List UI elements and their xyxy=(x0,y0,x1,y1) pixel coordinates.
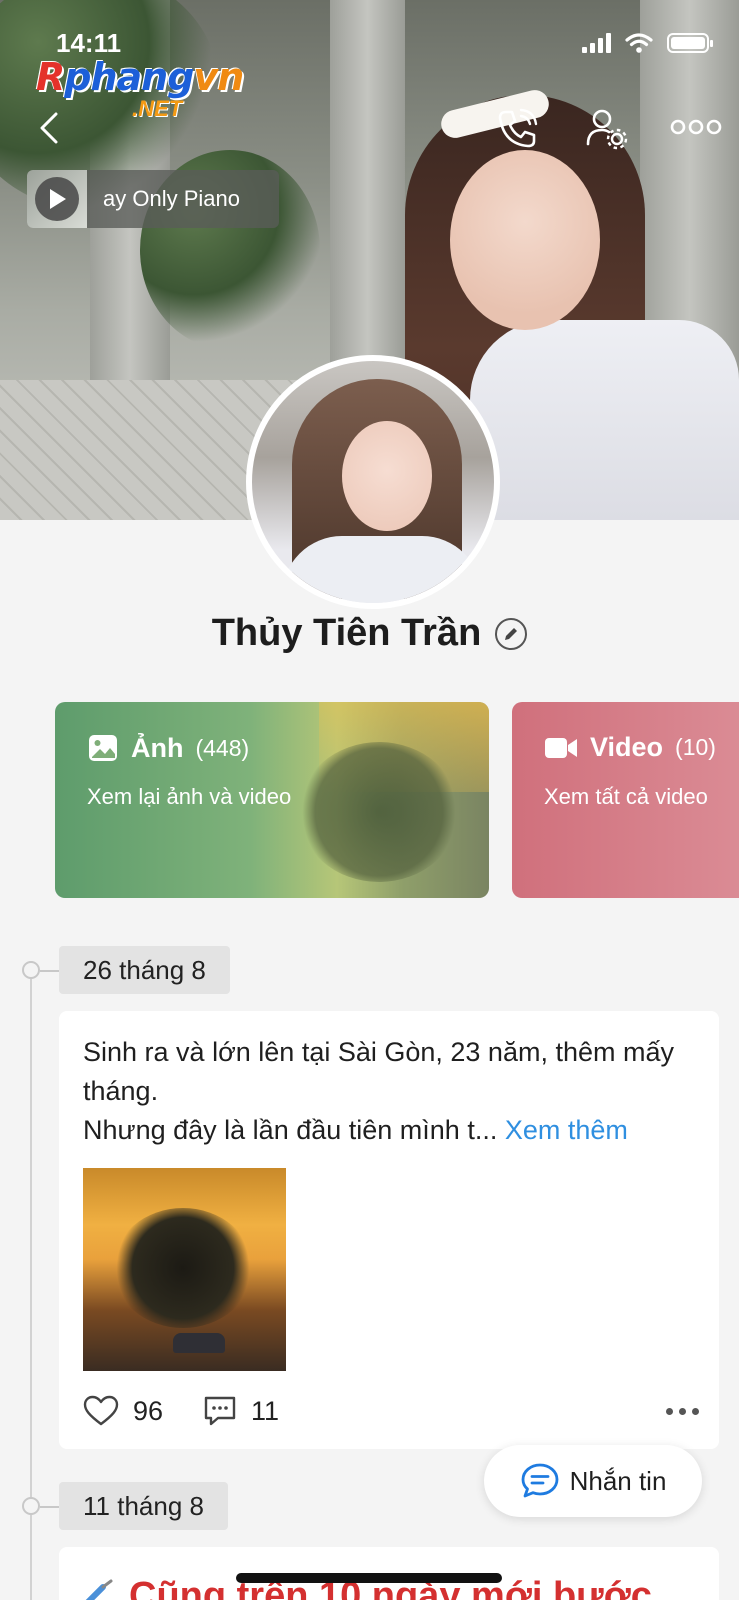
more-options-button[interactable] xyxy=(670,112,722,142)
like-count: 96 xyxy=(133,1395,164,1426)
like-button[interactable]: 96 xyxy=(83,1395,163,1427)
post-text: Sinh ra và lớn lên tại Sài Gòn, 23 năm, … xyxy=(83,1033,703,1150)
post-card[interactable]: Sinh ra và lớn lên tại Sài Gòn, 23 năm, … xyxy=(59,1011,719,1449)
edit-name-button[interactable] xyxy=(495,617,528,650)
profile-music-player[interactable]: ay Only Piano xyxy=(27,170,279,228)
cover-person-face xyxy=(450,150,600,330)
post-actions: 96 11 xyxy=(83,1391,699,1431)
play-button[interactable] xyxy=(35,177,79,221)
more-horizontal-icon xyxy=(670,119,722,135)
user-gear-icon xyxy=(586,109,628,150)
video-camera-icon xyxy=(545,737,577,758)
back-button[interactable] xyxy=(30,108,70,148)
status-icons xyxy=(582,32,713,54)
message-button-label: Nhắn tin xyxy=(569,1465,667,1496)
post-more-icon[interactable] xyxy=(666,1407,699,1415)
video-card-title: Video xyxy=(590,732,664,762)
call-button[interactable] xyxy=(494,106,540,152)
video-card[interactable]: Video (10) Xem tất cả video xyxy=(512,702,739,898)
image-icon xyxy=(89,735,117,761)
card-background-tree xyxy=(299,742,459,882)
video-card-subtitle: Xem tất cả video xyxy=(544,784,708,809)
syringe-icon xyxy=(85,1579,113,1600)
play-icon xyxy=(50,189,66,209)
photos-card-subtitle: Xem lại ảnh và video xyxy=(87,784,292,809)
avatar-shirt xyxy=(282,536,482,603)
battery-icon xyxy=(667,33,713,53)
profile-name: Thủy Tiên Trần xyxy=(211,612,482,654)
signal-icon xyxy=(582,33,611,53)
timeline-dot xyxy=(22,961,60,979)
timeline-dot xyxy=(22,1497,60,1515)
comment-icon xyxy=(204,1396,236,1426)
pencil-icon xyxy=(505,627,518,640)
chat-bubble-icon xyxy=(521,1463,558,1498)
music-thumbnail xyxy=(27,170,87,228)
watermark-logo: Rphangvn .NET xyxy=(36,55,244,121)
music-title: ay Only Piano xyxy=(103,186,240,211)
avatar[interactable] xyxy=(246,355,500,609)
photos-card-count: (448) xyxy=(195,734,250,761)
profile-name-row: Thủy Tiên Trần xyxy=(0,612,739,655)
comment-button[interactable]: 11 xyxy=(203,1395,279,1427)
post-text-line: Nhưng đây là lần đầu tiên mình t... xyxy=(83,1115,498,1145)
home-indicator[interactable] xyxy=(236,1573,502,1583)
date-chip: 11 tháng 8 xyxy=(59,1482,228,1530)
message-button[interactable]: Nhắn tin xyxy=(484,1445,702,1517)
post-image-car xyxy=(173,1333,225,1353)
wifi-icon xyxy=(625,33,653,53)
cover-person-shirt xyxy=(470,320,739,520)
chevron-left-icon xyxy=(40,112,58,144)
post-image-tree xyxy=(113,1208,253,1328)
post-text-line: Sinh ra và lớn lên tại Sài Gòn, 23 năm, … xyxy=(83,1037,674,1106)
phone-icon xyxy=(498,108,538,148)
profile-page: 14:11 Rphangvn .NET ay Only Piano Thủy T… xyxy=(0,0,739,1600)
avatar-face xyxy=(342,421,432,531)
date-chip: 26 tháng 8 xyxy=(59,946,230,994)
video-card-count: (10) xyxy=(675,734,716,760)
photos-card[interactable]: Ảnh (448) Xem lại ảnh và video xyxy=(55,702,489,898)
photos-card-title: Ảnh xyxy=(131,732,184,763)
see-more-link[interactable]: Xem thêm xyxy=(505,1115,628,1145)
post-image[interactable] xyxy=(83,1168,286,1371)
heart-icon xyxy=(83,1395,119,1426)
profile-settings-button[interactable] xyxy=(584,106,630,152)
comment-count: 11 xyxy=(251,1395,280,1426)
